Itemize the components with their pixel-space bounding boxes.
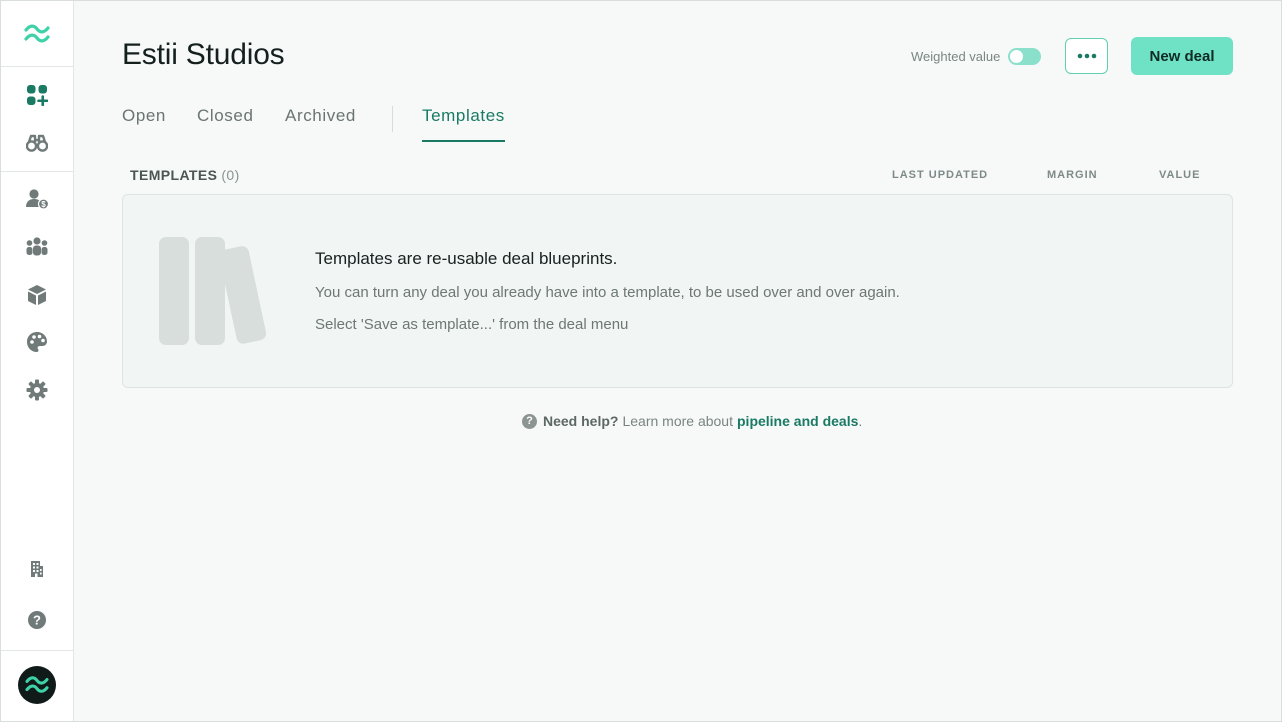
page-title: Estii Studios (122, 38, 285, 71)
templates-count: (0) (221, 167, 240, 183)
svg-text:$: $ (41, 200, 46, 209)
tab-label: Closed (197, 106, 254, 125)
help-text: Learn more about (622, 413, 733, 429)
deals-icon (27, 85, 48, 106)
wave-logo-icon (24, 24, 50, 42)
toggle-knob (1010, 49, 1024, 63)
palette-icon (27, 332, 47, 352)
illustration-book (159, 237, 189, 345)
illustration-book (218, 244, 268, 345)
help-suffix: . (858, 413, 863, 429)
active-tab-indicator (422, 140, 505, 142)
discover-icon (26, 134, 48, 152)
sidebar-item-themes[interactable] (19, 324, 55, 360)
building-icon (31, 561, 43, 577)
gear-icon (26, 379, 48, 401)
tab-open[interactable]: Open (122, 106, 166, 142)
help-circle-icon: ? (28, 611, 46, 629)
clients-icon: $ (26, 189, 49, 210)
sidebar-item-clients[interactable]: $ (19, 181, 55, 217)
question-icon: ? (522, 413, 537, 429)
empty-state-instruction: Select 'Save as template...' from the de… (315, 316, 629, 333)
svg-text:?: ? (33, 613, 41, 628)
help-footer: ? Need help? Learn more about pipeline a… (522, 411, 862, 431)
products-icon (28, 285, 46, 305)
wave-logo-icon (25, 676, 49, 693)
sidebar-item-organization[interactable] (19, 551, 55, 587)
tab-label: Open (122, 106, 166, 125)
sidebar-item-deals[interactable] (19, 77, 55, 113)
tab-templates[interactable]: Templates (422, 106, 505, 142)
brand-logo[interactable] (1, 1, 73, 67)
weighted-value-label: Weighted value (911, 48, 1001, 64)
templates-empty-state: Templates are re-usable deal blueprints.… (122, 194, 1233, 388)
sidebar-divider (1, 650, 73, 651)
weighted-value-toggle[interactable] (1008, 47, 1042, 65)
weighted-value-control: Weighted value (911, 46, 1042, 66)
sidebar-item-help[interactable]: ? (19, 602, 55, 638)
sidebar-item-settings[interactable] (19, 372, 55, 408)
tab-archived[interactable]: Archived (285, 106, 356, 142)
pipeline-and-deals-link[interactable]: pipeline and deals (737, 413, 858, 429)
sidebar-item-discover[interactable] (19, 125, 55, 161)
sidebar: $ ? (1, 1, 74, 721)
sidebar-item-products[interactable] (19, 277, 55, 313)
tab-separator (392, 106, 393, 132)
empty-state-description: You can turn any deal you already have i… (315, 284, 900, 301)
templates-heading: TEMPLATES (0) (130, 167, 240, 183)
more-options-button[interactable] (1065, 38, 1108, 74)
team-icon (26, 237, 48, 256)
column-header-last-updated[interactable]: LAST UPDATED (892, 169, 988, 181)
tab-label: Archived (285, 106, 356, 125)
templates-illustration (159, 237, 283, 349)
ellipsis-icon (1077, 53, 1096, 59)
new-deal-button[interactable]: New deal (1131, 37, 1233, 75)
tab-label: Templates (422, 106, 505, 125)
sidebar-divider (1, 171, 73, 172)
help-prefix: Need help? (543, 413, 619, 429)
sidebar-item-team[interactable] (19, 229, 55, 265)
templates-heading-label: TEMPLATES (130, 167, 218, 183)
empty-state-title: Templates are re-usable deal blueprints. (315, 249, 618, 268)
column-header-value[interactable]: VALUE (1159, 169, 1200, 181)
tab-closed[interactable]: Closed (197, 106, 254, 142)
column-header-margin[interactable]: MARGIN (1047, 169, 1098, 181)
user-avatar[interactable] (18, 666, 56, 704)
